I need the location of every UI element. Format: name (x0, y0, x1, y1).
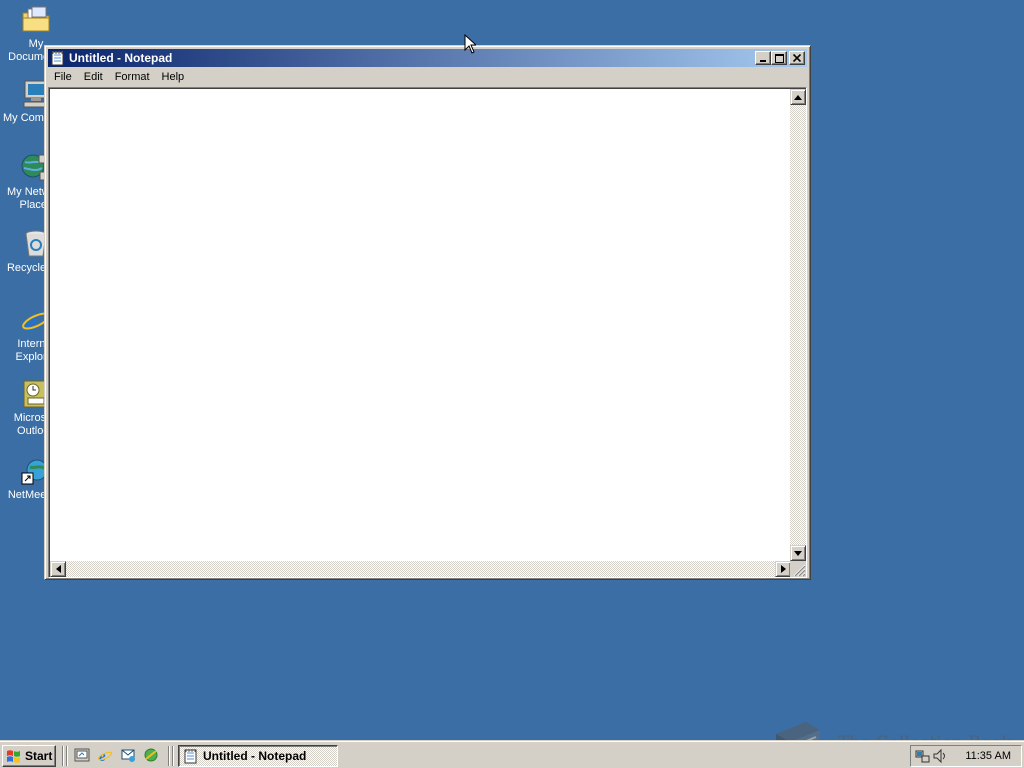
windows-logo-icon (7, 750, 20, 763)
clock[interactable]: 11:35 AM (965, 750, 1011, 762)
taskbar-separator (172, 746, 174, 766)
taskbar-separator (62, 746, 64, 766)
scroll-left-button[interactable] (50, 561, 66, 577)
menu-bar: File Edit Format Help (48, 68, 807, 86)
minimize-button[interactable] (755, 51, 771, 65)
media-icon[interactable] (143, 747, 159, 763)
start-button[interactable]: Start (2, 745, 56, 767)
outlook-express-icon[interactable] (120, 747, 136, 763)
window-title: Untitled - Notepad (69, 51, 173, 65)
menu-format[interactable]: Format (109, 68, 156, 86)
notepad-icon (184, 749, 197, 764)
resize-grip[interactable] (790, 561, 806, 577)
taskbar-button-notepad[interactable]: Untitled - Notepad (178, 745, 338, 767)
network-tray-icon[interactable] (915, 748, 931, 764)
maximize-button[interactable] (771, 51, 787, 65)
scroll-down-button[interactable] (790, 545, 806, 561)
show-desktop-icon[interactable] (74, 747, 90, 763)
start-label: Start (25, 749, 53, 763)
arrow-right-icon (780, 565, 786, 573)
taskbar: Start e Untitled - Notepad 11:35 AM (0, 740, 1024, 768)
folder-documents-icon (22, 6, 50, 32)
taskbar-button-label: Untitled - Notepad (203, 749, 307, 763)
arrow-left-icon (55, 565, 61, 573)
mouse-cursor-icon (464, 34, 476, 54)
arrow-up-icon (794, 94, 802, 100)
taskbar-separator (66, 746, 68, 766)
menu-edit[interactable]: Edit (78, 68, 109, 86)
text-editor[interactable] (51, 90, 790, 561)
internet-explorer-icon[interactable]: e (97, 747, 113, 763)
horizontal-scrollbar[interactable] (50, 561, 791, 577)
system-tray: 11:35 AM (910, 745, 1022, 767)
close-icon (793, 54, 801, 62)
maximize-icon (774, 53, 784, 63)
editor-frame (48, 87, 807, 578)
resize-grip-icon (793, 564, 806, 577)
taskbar-separator (168, 746, 170, 766)
notepad-icon (51, 51, 64, 66)
volume-icon[interactable] (933, 748, 947, 764)
menu-file[interactable]: File (48, 68, 78, 86)
scroll-right-button[interactable] (775, 561, 791, 577)
minimize-icon (760, 60, 766, 62)
vertical-scrollbar[interactable] (790, 89, 806, 561)
title-bar[interactable]: Untitled - Notepad (48, 49, 807, 67)
close-button[interactable] (789, 51, 805, 65)
scroll-up-button[interactable] (790, 89, 806, 105)
notepad-window[interactable]: Untitled - Notepad File Edit Format Help (44, 45, 811, 580)
menu-help[interactable]: Help (156, 68, 191, 86)
arrow-down-icon (794, 550, 802, 556)
